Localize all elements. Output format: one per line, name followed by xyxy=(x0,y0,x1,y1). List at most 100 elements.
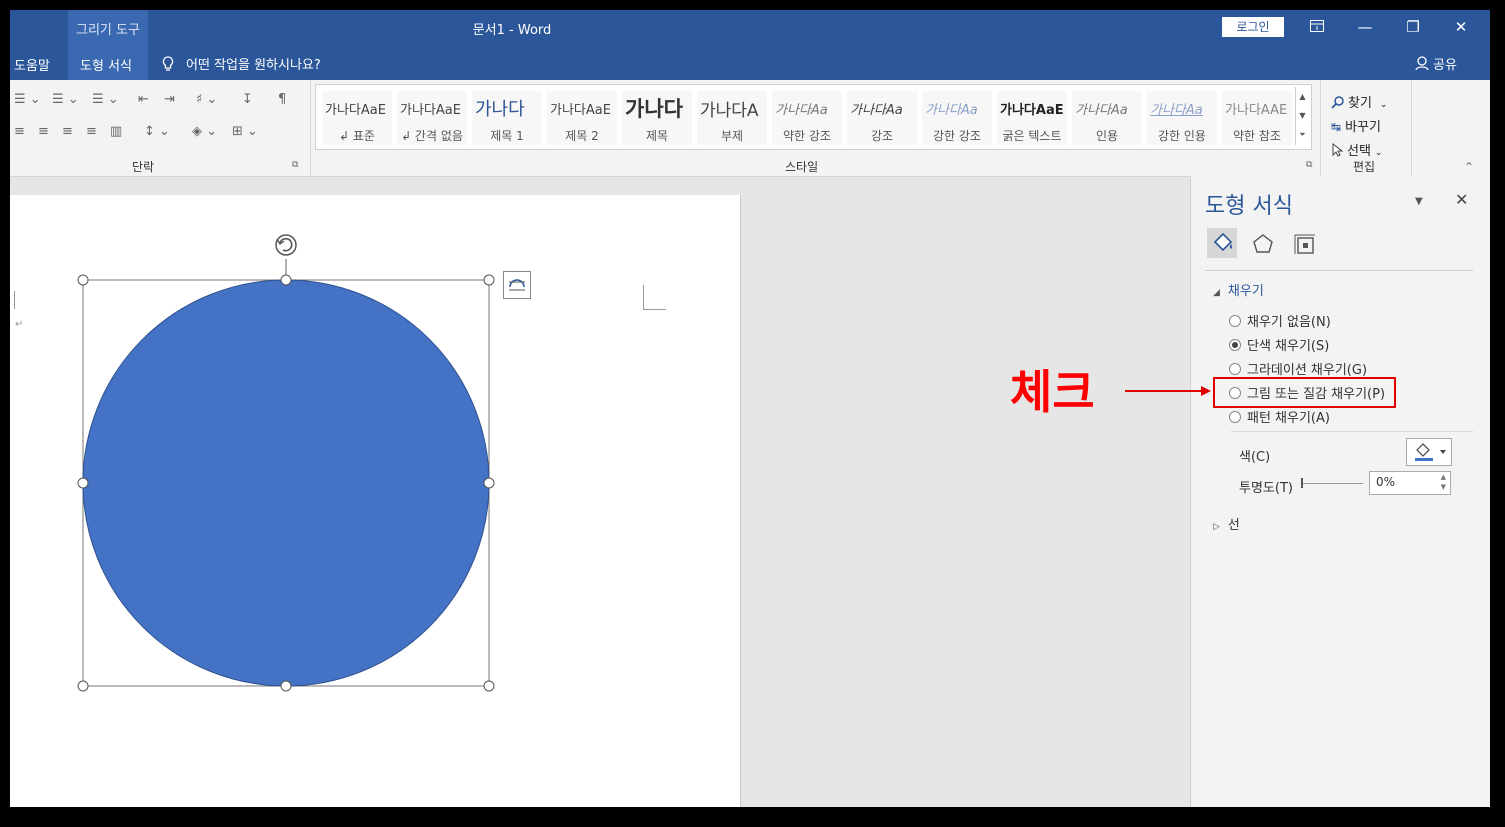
layout-options-button[interactable] xyxy=(503,271,531,299)
style-item[interactable]: 가나다AaE 굵은 텍스트 xyxy=(997,91,1067,145)
radio-button[interactable] xyxy=(1229,411,1241,423)
select-button[interactable]: 선택 ⌄ xyxy=(1331,140,1382,159)
size-properties-icon xyxy=(1294,234,1315,254)
document-page[interactable]: ↵ xyxy=(10,195,741,807)
fill-section-header[interactable]: ◢ 채우기 xyxy=(1213,280,1264,299)
style-item[interactable]: 가나다Aa 강한 강조 xyxy=(922,91,992,145)
blue-circle-shape[interactable] xyxy=(82,279,490,687)
line-section-header[interactable]: ▷ 선 xyxy=(1213,514,1240,533)
scroll-up-icon[interactable]: ▲ xyxy=(1296,87,1309,106)
styles-group-label: 스타일 xyxy=(785,160,819,174)
radio-button[interactable] xyxy=(1229,315,1241,327)
resize-handle[interactable] xyxy=(77,680,89,692)
replace-button[interactable]: ↹ 바꾸기 xyxy=(1331,116,1381,135)
circle-shape-svg[interactable] xyxy=(70,225,540,695)
spinner-arrows-icon[interactable]: ▲ ▼ xyxy=(1441,472,1446,492)
increase-indent-icon[interactable]: ⇥ xyxy=(164,92,175,107)
paragraph-launcher-icon[interactable]: ⧉ xyxy=(292,160,298,170)
resize-handle[interactable] xyxy=(77,477,89,489)
annotation-text: 체크 xyxy=(1010,365,1095,419)
person-icon xyxy=(1415,56,1429,71)
numbering-icon[interactable]: ☰ ⌄ xyxy=(52,92,79,107)
paragraph-group-label: 단락 xyxy=(132,160,155,174)
tab-shape-format[interactable]: 도형 서식 xyxy=(68,46,148,80)
style-name: 제목 1 xyxy=(490,129,524,143)
style-name: 부제 xyxy=(720,129,744,143)
style-sample: 가나다Aa xyxy=(1075,103,1128,118)
align-left-icon[interactable]: ≡ xyxy=(14,124,25,139)
bullets-icon[interactable]: ☰ ⌄ xyxy=(14,92,41,107)
style-name: 강한 인용 xyxy=(1158,129,1206,143)
style-sample: 가나다Aa xyxy=(775,103,828,118)
pane-options-chevron-icon[interactable]: ▼ xyxy=(1415,196,1423,207)
effects-tab[interactable] xyxy=(1251,232,1275,260)
fill-option-none[interactable]: 채우기 없음(N) xyxy=(1229,311,1331,330)
resize-handle[interactable] xyxy=(77,274,89,286)
minimize-button[interactable]: — xyxy=(1348,14,1382,40)
style-name: 약한 강조 xyxy=(783,129,831,143)
styles-scroll[interactable]: ▲ ▼ ⏷ xyxy=(1295,87,1309,145)
style-item[interactable]: 가나다Aa 약한 강조 xyxy=(772,91,842,145)
ribbon-display-options-button[interactable] xyxy=(1300,14,1334,40)
share-button[interactable]: 공유 xyxy=(1415,54,1457,73)
resize-handle[interactable] xyxy=(483,680,495,692)
style-name: 강한 강조 xyxy=(933,129,981,143)
show-marks-icon[interactable]: ¶ xyxy=(278,92,286,107)
ribbon: ☰ ⌄ ☰ ⌄ ☰ ⌄ ⇤ ⇥ ♯ ⌄ ↧ ¶ ≡ ≡ ≡ ≡ ▥ ↕ ⌄ ◈ … xyxy=(10,80,1490,177)
restore-button[interactable]: ❐ xyxy=(1396,14,1430,40)
style-item[interactable]: 가나다AaE ↲ 간격 없음 xyxy=(397,91,467,145)
tell-me-box[interactable]: 어떤 작업을 원하시나요? xyxy=(162,54,321,73)
style-item[interactable]: 가나다AaE 제목 2 xyxy=(547,91,617,145)
multilevel-list-icon[interactable]: ☰ ⌄ xyxy=(92,92,119,107)
fill-line-tab[interactable] xyxy=(1207,228,1237,258)
more-styles-icon[interactable]: ⏷ xyxy=(1296,125,1309,144)
radio-button[interactable] xyxy=(1229,339,1241,351)
pane-close-icon[interactable]: ✕ xyxy=(1455,190,1468,209)
resize-handle[interactable] xyxy=(483,274,495,286)
scroll-down-icon[interactable]: ▼ xyxy=(1296,106,1309,125)
login-button[interactable]: 로그인 xyxy=(1222,17,1284,37)
transparency-input[interactable]: 0% ▲ ▼ xyxy=(1369,471,1451,495)
line-spacing-icon[interactable]: ↕ ⌄ xyxy=(144,124,170,139)
replace-label: 바꾸기 xyxy=(1345,120,1381,135)
style-item[interactable]: 가나다AAE 약한 참조 xyxy=(1222,91,1292,145)
ribbon-display-icon xyxy=(1310,20,1324,32)
size-properties-tab[interactable] xyxy=(1293,232,1317,260)
style-item[interactable]: 가나다 제목 xyxy=(622,91,692,145)
style-item[interactable]: 가나다 제목 1 xyxy=(472,91,542,145)
style-item[interactable]: 가나다Aa 강한 인용 xyxy=(1147,91,1217,145)
resize-handle[interactable] xyxy=(280,274,292,286)
fill-option-label: 단색 채우기(S) xyxy=(1247,339,1330,354)
tab-help[interactable]: 도움말 xyxy=(14,55,50,74)
style-sample: 가나다 xyxy=(625,97,683,121)
decrease-indent-icon[interactable]: ⇤ xyxy=(138,92,149,107)
style-item[interactable]: 가나다AaE ↲ 표준 xyxy=(322,91,392,145)
close-button[interactable]: ✕ xyxy=(1444,14,1478,40)
style-item[interactable]: 가나다A 부제 xyxy=(697,91,767,145)
styles-launcher-icon[interactable]: ⧉ xyxy=(1306,160,1312,170)
shading-icon[interactable]: ◈ ⌄ xyxy=(192,124,217,139)
style-name: ↲ 간격 없음 xyxy=(401,129,463,143)
asian-layout-icon[interactable]: ♯ ⌄ xyxy=(196,92,217,107)
radio-button[interactable] xyxy=(1229,363,1241,375)
align-right-icon[interactable]: ≡ xyxy=(62,124,73,139)
fill-option-gradient[interactable]: 그라데이션 채우기(G) xyxy=(1229,359,1367,378)
style-item[interactable]: 가나다Aa 인용 xyxy=(1072,91,1142,145)
resize-handle[interactable] xyxy=(483,477,495,489)
borders-icon[interactable]: ⊞ ⌄ xyxy=(232,124,258,139)
find-button[interactable]: 찾기 ⌄ xyxy=(1331,92,1387,111)
style-name: 제목 2 xyxy=(565,129,599,143)
sort-icon[interactable]: ↧ xyxy=(242,92,253,107)
distributed-icon[interactable]: ▥ xyxy=(110,124,122,139)
align-center-icon[interactable]: ≡ xyxy=(38,124,49,139)
collapse-ribbon-icon[interactable]: ⌃ xyxy=(1464,160,1474,174)
justify-icon[interactable]: ≡ xyxy=(86,124,97,139)
rotate-icon[interactable] xyxy=(275,234,297,256)
color-picker-button[interactable] xyxy=(1406,438,1452,466)
expand-triangle-icon: ◢ xyxy=(1213,288,1220,298)
fill-option-solid[interactable]: 단색 채우기(S) xyxy=(1229,335,1329,354)
style-item[interactable]: 가나다Aa 강조 xyxy=(847,91,917,145)
fill-option-pattern[interactable]: 패턴 채우기(A) xyxy=(1229,407,1330,426)
resize-handle[interactable] xyxy=(280,680,292,692)
transparency-slider-track[interactable] xyxy=(1303,483,1363,484)
